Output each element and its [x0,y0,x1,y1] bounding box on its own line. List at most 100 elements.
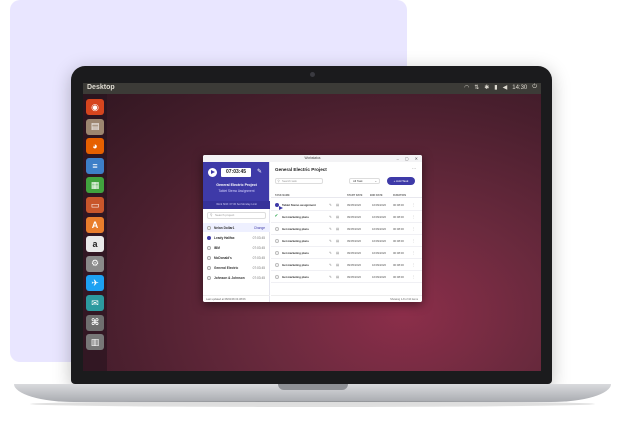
status-circle-icon[interactable] [275,226,279,231]
status-circle-icon[interactable] [275,250,279,255]
table-row[interactable]: ✔ Get marketing plans ✎ ▤ 09/05/2020 16/09/20… [271,211,422,223]
arrows-icon[interactable]: ⇅ [474,84,479,91]
trash-icon[interactable]: ▥ [86,334,104,351]
task-filter-select[interactable]: All Task ⌄ [349,178,380,184]
client-time: 07:03:45 [252,265,265,270]
status-dot [207,265,211,270]
edit-icon[interactable]: ✎ [329,203,332,207]
kebab-menu-icon[interactable]: ⋮ [412,263,415,267]
start-date: 09/05/2020 [347,215,361,219]
duration: 00:08:00 [393,263,404,267]
amazon-icon[interactable]: a [86,236,104,253]
play-icon[interactable] [275,202,283,210]
power-icon[interactable]: ⏻ [532,84,537,91]
check-icon[interactable]: ✔ [275,213,279,218]
app-icon[interactable]: ✉ [86,295,104,311]
col-start-date[interactable]: START DATE [347,194,362,197]
start-date: 09/05/2020 [347,239,361,243]
volume-icon[interactable]: ◀ [503,84,508,91]
notes-icon[interactable]: ▤ [336,263,339,267]
clock[interactable]: 14:30 [512,85,527,91]
task-name: Get marketing plans [282,239,309,243]
edit-icon[interactable]: ✎ [255,168,264,177]
ubuntu-icon[interactable]: ◉ [86,99,104,115]
edit-icon[interactable]: ✎ [329,227,332,231]
status-circle-icon[interactable] [275,262,279,267]
kebab-menu-icon[interactable]: ⋮ [412,215,415,219]
notes-icon[interactable]: ▤ [336,227,339,231]
twitter-icon[interactable]: ✈ [86,275,104,292]
client-item[interactable]: IBM 07:03:45 [203,243,270,252]
task-search-input[interactable]: ⚲ Search task [275,178,323,184]
table-row[interactable]: Get marketing plans ✎ ▤ 09/05/2020 16/09/202… [271,235,422,247]
kebab-menu-icon[interactable]: ⋮ [412,203,415,207]
impress-icon[interactable]: ▭ [86,197,104,213]
add-task-button[interactable]: + Add Task [387,177,415,185]
kebab-menu-icon[interactable]: ⋮ [412,239,415,243]
notes-icon[interactable]: ▤ [336,215,339,219]
client-item[interactable]: Johnson & Johnson 07:03:45 [203,273,270,282]
writer-icon[interactable]: ≡ [86,157,104,174]
table-row[interactable]: Tablet Stemo assignment ✎ ▤ 09/05/2020 16/09… [271,199,422,211]
table-row[interactable]: Get marketing plans ✎ ▤ 09/05/2020 16/09/202… [271,259,422,271]
edit-icon[interactable]: ✎ [329,239,332,243]
client-name: IBM [214,245,220,250]
minimize-icon[interactable]: – [397,155,399,162]
col-duration[interactable]: DURATION [393,194,406,197]
client-item[interactable]: Leady Halifax 07:03:45 [203,233,270,242]
firefox-icon[interactable]: ◕ [86,138,104,155]
table-row[interactable]: Get marketing plans ✎ ▤ 09/05/2020 16/09/202… [271,271,422,283]
close-icon[interactable]: ✕ [415,155,418,162]
kebab-menu-icon[interactable]: ⋮ [412,275,415,279]
client-item[interactable]: McDonald's 07:03:45 [203,253,270,262]
topbar-title: Desktop [87,84,115,91]
client-name: Nelan Dollar1 [214,225,235,230]
client-time: 07:03:45 [252,275,265,280]
files-icon[interactable]: ▤ [86,118,104,135]
kebab-menu-icon[interactable]: ⋮ [412,227,415,231]
laptop-shadow [30,401,595,407]
system-tray: ◠ ⇅ ✱ ▮ ◀ 14:30 ⏻ [464,84,537,91]
project-search-input[interactable]: ⚲ Search project [207,212,266,219]
wifi-icon[interactable]: ◠ [464,84,469,91]
client-time[interactable]: Change [254,226,265,230]
kebab-menu-icon[interactable]: ⋮ [412,251,415,255]
client-name: McDonald's [214,255,232,260]
edit-icon[interactable]: ✎ [329,263,332,267]
client-name: Johnson & Johnson [214,275,245,280]
notes-icon[interactable]: ▤ [336,203,339,207]
task-name: Tablet Stemo assignment [282,203,316,207]
col-end-date[interactable]: END DATE [370,194,383,197]
battery-icon[interactable]: ▮ [494,84,497,91]
edit-icon[interactable]: ✎ [329,215,332,219]
calc-icon[interactable]: ▦ [86,177,104,194]
end-date: 16/09/2020 [372,275,386,279]
col-task-name[interactable]: TASK NAME [275,194,290,197]
start-date: 09/05/2020 [347,251,361,255]
start-date: 09/05/2020 [347,275,361,279]
edit-icon[interactable]: ✎ [329,251,332,255]
table-row[interactable]: Get marketing plans ✎ ▤ 09/05/2020 16/09/202… [271,223,422,235]
notes-icon[interactable]: ▤ [336,251,339,255]
search-icon: ⚲ [277,179,280,183]
settings-icon[interactable]: ⚙ [86,255,104,272]
client-item[interactable]: Nelan Dollar1 Change [203,223,270,232]
status-circle-icon[interactable] [275,238,279,243]
software-center-icon[interactable]: A [86,216,104,233]
end-date: 16/09/2020 [372,215,386,219]
more-icon[interactable]: ··· [412,166,416,171]
bluetooth-icon[interactable]: ✱ [484,84,489,91]
table-row[interactable]: Get marketing plans ✎ ▤ 09/05/2020 16/09/202… [271,247,422,259]
maximize-icon[interactable]: ▢ [405,155,409,162]
current-project: General Electric Project [216,183,257,187]
edit-icon[interactable]: ✎ [329,275,332,279]
status-circle-icon[interactable] [275,274,279,279]
start-date: 09/05/2020 [347,263,361,267]
window-title: Workstatus [304,156,321,160]
notes-icon[interactable]: ▤ [336,239,339,243]
notes-icon[interactable]: ▤ [336,275,339,279]
app-round-icon[interactable]: ⌘ [86,314,104,331]
play-button[interactable] [208,168,217,177]
client-item[interactable]: General Electric 07:03:45 [203,263,270,272]
status-dot [207,275,211,280]
